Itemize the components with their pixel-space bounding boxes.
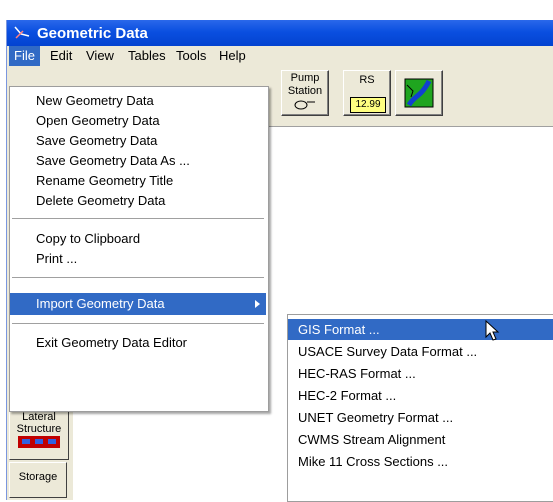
menu-edit[interactable]: Edit [45,46,77,66]
submenu-item-cwms-stream[interactable]: CWMS Stream Alignment [288,429,553,450]
map-icon [404,78,434,108]
menu-item-print[interactable]: Print ... [10,249,266,269]
lateral-structure-icon [18,436,60,448]
pump-station-label-2: Station [287,85,323,97]
menu-item-label: Print ... [36,251,78,266]
menu-item-import-geometry[interactable]: Import Geometry Data [10,293,266,315]
menu-tools[interactable]: Tools [171,46,211,66]
rs-label: RS [359,74,375,86]
menu-item-label: Save Geometry Data As ... [36,153,190,168]
submenu-item-label: CWMS Stream Alignment [298,432,446,447]
file-menu-dropdown: New Geometry Data Open Geometry Data Sav… [9,86,269,412]
rs-value-badge: 12.99 [350,97,386,113]
menu-item-open-geometry[interactable]: Open Geometry Data [10,111,266,131]
app-icon [14,26,30,39]
submenu-item-unet-format[interactable]: UNET Geometry Format ... [288,407,553,428]
lateral-structure-label-2: Structure [16,423,62,435]
window-title: Geometric Data [37,25,148,42]
gis-map-button[interactable] [395,70,443,116]
menu-item-label: Save Geometry Data [36,133,158,148]
pump-station-button[interactable]: Pump Station [281,70,329,116]
menu-item-copy-clipboard[interactable]: Copy to Clipboard [10,229,266,249]
menu-separator [12,218,264,219]
menu-item-label: Rename Geometry Title [36,173,174,188]
menu-item-label: Import Geometry Data [36,296,165,311]
menu-view[interactable]: View [81,46,119,66]
menu-item-label: Exit Geometry Data Editor [36,335,187,350]
submenu-item-gis-format[interactable]: GIS Format ... [288,319,553,340]
menu-item-rename-title[interactable]: Rename Geometry Title [10,171,266,191]
menu-item-exit-editor[interactable]: Exit Geometry Data Editor [10,333,266,353]
lateral-structure-button[interactable]: Lateral Structure [9,410,69,460]
menu-item-save-geometry[interactable]: Save Geometry Data [10,131,266,151]
lateral-structure-label-1: Lateral [22,411,56,423]
menu-bar: File Edit View Tables Tools Help [7,46,553,66]
menu-separator [12,323,264,324]
submenu-item-label: Mike 11 Cross Sections ... [298,454,449,469]
menu-item-delete-geometry[interactable]: Delete Geometry Data [10,191,266,211]
submenu-item-label: GIS Format ... [298,322,380,337]
menu-item-save-geometry-as[interactable]: Save Geometry Data As ... [10,151,266,171]
submenu-item-hecras-format[interactable]: HEC-RAS Format ... [288,363,553,384]
menu-item-label: Open Geometry Data [36,113,160,128]
submenu-item-usace-survey[interactable]: USACE Survey Data Format ... [288,341,553,362]
storage-label: Storage [18,471,58,483]
menu-item-label: Copy to Clipboard [36,231,141,246]
title-bar[interactable]: Geometric Data [7,20,553,46]
import-geometry-submenu: GIS Format ... USACE Survey Data Format … [287,314,553,502]
menu-item-label: New Geometry Data [36,93,154,108]
pump-icon [294,100,315,110]
menu-item-label: Delete Geometry Data [36,193,166,208]
menu-separator [12,277,264,278]
menu-help[interactable]: Help [214,46,251,66]
submenu-item-label: USACE Survey Data Format ... [298,344,478,359]
submenu-item-mike11[interactable]: Mike 11 Cross Sections ... [288,451,553,472]
submenu-item-label: HEC-2 Format ... [298,388,397,403]
river-station-button[interactable]: RS 12.99 [343,70,391,116]
mouse-cursor-icon [485,320,500,341]
submenu-item-label: UNET Geometry Format ... [298,410,454,425]
submenu-item-label: HEC-RAS Format ... [298,366,416,381]
menu-file[interactable]: File [9,46,40,66]
pump-station-label-1: Pump [290,72,320,84]
submenu-item-hec2-format[interactable]: HEC-2 Format ... [288,385,553,406]
menu-item-new-geometry[interactable]: New Geometry Data [10,91,266,111]
storage-area-button[interactable]: Storage [9,462,67,498]
menu-tables[interactable]: Tables [123,46,171,66]
submenu-arrow-icon [255,300,260,308]
